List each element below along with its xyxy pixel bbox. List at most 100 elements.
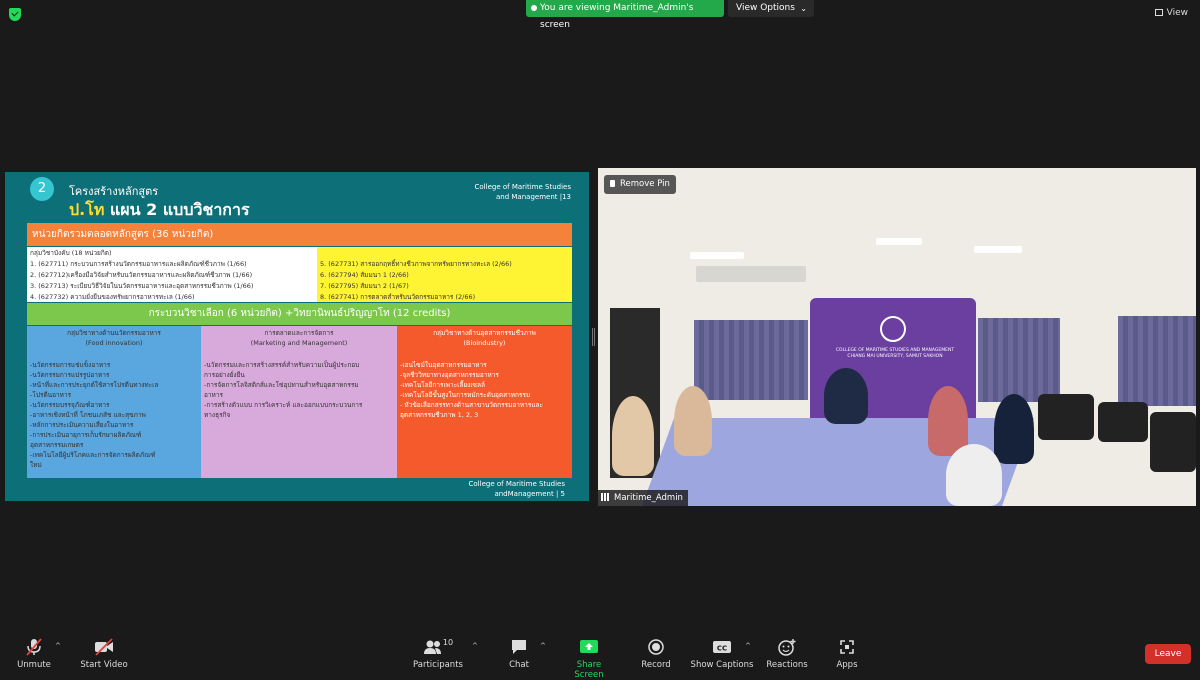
apps-button[interactable]: Apps — [832, 638, 862, 670]
slide-number: 2 — [30, 177, 54, 201]
participants-count: 10 — [442, 638, 454, 647]
slide-college-header: College of Maritime Studies and Manageme… — [475, 182, 571, 202]
ceiling-light — [974, 246, 1022, 253]
list-item: -เทคโนโลยีผู้บริโภคและการจัดการผลิตภัณฑ์ — [30, 451, 156, 459]
record-button[interactable]: Record — [638, 638, 674, 670]
college-logo-icon — [880, 316, 906, 342]
list-item: -เทคโนโลยีขั้นสูงในการหมักระดับอุตสาหกรร… — [400, 391, 531, 399]
list-item: การอย่างยั่งยืน — [204, 371, 245, 379]
share-screen-icon — [580, 640, 598, 653]
participant-name: Maritime_Admin — [614, 493, 683, 503]
list-item: -อาหารเชิงหน้าที่ โภชนเภสัช และสุขภาพ — [30, 411, 146, 419]
meeting-toolbar: Unmute ^ Start Video 10 Participants ^ C… — [0, 632, 1200, 680]
view-button[interactable]: View — [1154, 8, 1188, 18]
core-item: 2. (627712)เครื่องมือวิจัยสำหรับนวัตกรรม… — [30, 271, 253, 279]
participant-name-tag: Maritime_Admin — [598, 490, 688, 506]
viewing-screen-indicator: You are viewing Maritime_Admin's screen — [526, 0, 724, 30]
core-item: 4. (627732) ความยั่งยืนของทรัพยากรอาหารท… — [30, 293, 195, 301]
apps-label: Apps — [836, 660, 858, 670]
core-item: 1. (627711) กระบวนการสร้างนวัตกรรมอาหารแ… — [30, 260, 247, 268]
encryption-shield-icon[interactable] — [9, 8, 21, 21]
participants-icon: 10 — [418, 638, 458, 656]
heading-degree: ป.โท — [69, 200, 105, 219]
show-captions-label: Show Captions — [690, 660, 754, 670]
list-item: -การสร้างตัวแบบ การวิเคราะห์ และออกแบบกร… — [204, 401, 363, 409]
top-bar: You are viewing Maritime_Admin's screen … — [0, 0, 1200, 30]
column-heading: กลุ่มวิชาทางด้านนวัตกรรมอาหาร (Food inno… — [30, 328, 198, 348]
remove-pin-button[interactable]: Remove Pin — [604, 175, 676, 194]
food-innovation-column: กลุ่มวิชาทางด้านนวัตกรรมอาหาร (Food inno… — [27, 326, 201, 478]
core-courses-left: กลุ่มวิชาบังคับ (18 หน่วยกิต) 1. (627711… — [27, 247, 317, 302]
core-courses-right: 5. (627731) สารออกฤทธิ์ทางชีวภาพจากทรัพย… — [317, 247, 572, 302]
participant-person — [824, 368, 868, 424]
footer-line-1: College of Maritime Studies — [468, 480, 565, 488]
participants-button[interactable]: 10 Participants — [410, 638, 466, 670]
ceiling-light — [876, 238, 922, 245]
chat-caret-icon[interactable]: ^ — [540, 642, 546, 650]
heading-plan: แผน 2 แบบวิชาการ — [104, 200, 250, 219]
list-item: -นวัตกรรมและการสร้างสรรค์สำหรับความเป็นผ… — [204, 361, 360, 369]
participants-label: Participants — [413, 660, 463, 670]
svg-text:CC: CC — [717, 645, 727, 653]
list-item: -นวัตกรรมการแปรรูปอาหาร — [30, 371, 110, 379]
list-item: -นวัตกรรมการแช่แข็งอาหาร — [30, 361, 111, 369]
list-item: -การจัดการโลจิสติกส์และโซ่อุปทานสำหรับอุ… — [204, 381, 359, 389]
chat-button[interactable]: Chat — [505, 638, 533, 670]
footer-line-2: andManagement | 5 — [494, 490, 565, 498]
audio-options-caret-icon[interactable]: ^ — [55, 642, 61, 650]
video-camera-off-icon — [95, 638, 113, 656]
apps-icon — [840, 640, 854, 654]
slide-heading: ป.โท แผน 2 แบบวิชาการ — [69, 198, 250, 223]
core-item: 3. (627713) ระเบียบวิธีวิจัยในนวัตกรรมอา… — [30, 282, 254, 290]
curtain — [694, 320, 808, 400]
chat-bubble-icon — [512, 640, 526, 654]
closed-captions-icon: CC — [713, 641, 731, 653]
column-heading: การตลาดและการจัดการ (Marketing and Manag… — [204, 328, 394, 348]
share-screen-button[interactable]: Share Screen — [561, 638, 617, 680]
pin-icon — [610, 180, 615, 187]
participant-video-tile[interactable]: COLLEGE OF MARITIME STUDIES AND MANAGEME… — [598, 168, 1196, 506]
banner-text: COLLEGE OF MARITIME STUDIES AND MANAGEME… — [835, 348, 955, 359]
start-video-button[interactable]: Start Video — [80, 638, 128, 670]
list-item: -โปรตีนอาหาร — [30, 391, 72, 399]
column-heading-th: การตลาดและการจัดการ — [264, 329, 334, 337]
elective-credits-bar: กระบวนวิชาเลือก (6 หน่วยกิต) +วิทยานิพนธ… — [27, 303, 572, 325]
column-heading-en: (Bioindustry) — [463, 339, 506, 347]
unmute-label: Unmute — [17, 660, 51, 670]
list-item: -การประเมินอายุการเก็บรักษาผลิตภัณฑ์ — [30, 431, 142, 439]
chevron-down-icon: ⌄ — [800, 4, 807, 13]
view-options-button[interactable]: View Options ⌄ — [728, 0, 814, 17]
captions-caret-icon[interactable]: ^ — [745, 642, 751, 650]
reactions-label: Reactions — [766, 660, 808, 670]
core-item: 5. (627731) สารออกฤทธิ์ทางชีวภาพจากทรัพย… — [320, 260, 512, 268]
list-item: - หัวข้อเลือกสรรทางด้านสาขานวัตกรรมอาหาร… — [400, 401, 543, 409]
signal-strength-icon — [601, 493, 611, 501]
start-video-label: Start Video — [80, 660, 128, 670]
list-item: -นวัตกรรมบรรจุภัณฑ์อาหาร — [30, 401, 110, 409]
list-item: ทางธุรกิจ — [204, 411, 231, 419]
list-item: -เอนไซม์ในอุตสาหกรรมอาหาร — [400, 361, 487, 369]
record-label: Record — [641, 660, 671, 670]
participants-caret-icon[interactable]: ^ — [472, 642, 478, 650]
bioindustry-column: กลุ่มวิชาทางด้านอุตสาหกรรมชีวภาพ (Bioind… — [397, 326, 572, 478]
core-item: 6. (627794) สัมมนา 1 (2/66) — [320, 271, 409, 279]
air-conditioner — [696, 266, 806, 282]
microphone-muted-icon — [26, 638, 42, 656]
list-item: -หน้าที่และการประยุกต์ใช้สารโปรตีนทางทะเ… — [30, 381, 159, 389]
layout-icon — [1154, 9, 1163, 16]
core-item: 7. (627795) สัมมนา 2 (1/67) — [320, 282, 409, 290]
column-heading-th: กลุ่มวิชาทางด้านนวัตกรรมอาหาร — [67, 329, 161, 337]
view-label: View — [1166, 8, 1188, 18]
column-heading-en: (Marketing and Management) — [250, 339, 348, 347]
unmute-button[interactable]: Unmute — [16, 638, 52, 670]
chat-label: Chat — [509, 660, 529, 670]
split-view-divider[interactable] — [592, 328, 595, 346]
college-line-2: and Management |13 — [496, 193, 571, 201]
column-heading-en: (Food innovation) — [85, 339, 143, 347]
smiley-add-icon — [778, 639, 796, 656]
viewing-text: You are viewing Maritime_Admin's screen — [540, 3, 694, 30]
leave-button[interactable]: Leave — [1145, 644, 1191, 664]
column-heading-th: กลุ่มวิชาทางด้านอุตสาหกรรมชีวภาพ — [433, 329, 536, 337]
reactions-button[interactable]: Reactions — [766, 638, 808, 670]
chair — [1150, 412, 1196, 472]
